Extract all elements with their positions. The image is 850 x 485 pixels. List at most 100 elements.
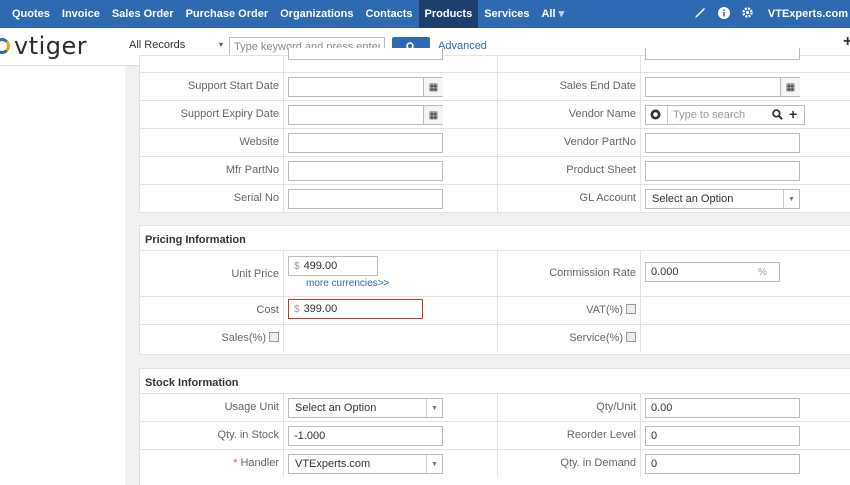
logo-icon xyxy=(0,38,10,54)
nav-quotes[interactable]: Quotes xyxy=(0,0,56,28)
support-start-date-field[interactable] xyxy=(288,77,443,97)
cost-field[interactable]: $399.00 xyxy=(288,299,423,319)
form-row: Unit Price $499.00 more currencies>> Com… xyxy=(140,250,850,296)
qty-in-demand-field[interactable]: 0 xyxy=(645,454,800,474)
handler-select[interactable]: VTExperts.com ▼ xyxy=(288,454,443,474)
nav-contacts[interactable]: Contacts xyxy=(359,0,418,28)
more-currencies-link[interactable]: more currencies>> xyxy=(306,278,389,289)
user-menu[interactable]: VTExperts.com xyxy=(768,8,850,20)
currency-symbol: $ xyxy=(294,304,300,315)
usage-unit-label: Usage Unit xyxy=(224,401,279,413)
handler-label: * Handler xyxy=(233,457,279,469)
unit-price-field[interactable]: $499.00 xyxy=(288,256,378,276)
cutoff-field[interactable] xyxy=(288,48,443,60)
qty-in-stock-label: Qty. in Stock xyxy=(217,429,279,441)
nav-sales-order[interactable]: Sales Order xyxy=(106,0,180,28)
sales-end-date-label: Sales End Date xyxy=(559,80,636,92)
qty-unit-field[interactable]: 0.00 xyxy=(645,398,800,418)
qty-unit-label: Qty/Unit xyxy=(596,401,636,413)
vendor-name-label: Vendor Name xyxy=(568,108,636,120)
chevron-down-icon[interactable]: ▾ xyxy=(219,40,223,49)
form-row: * Handler VTExperts.com ▼ Qty. in Demand… xyxy=(140,449,850,477)
advanced-search-link[interactable]: Advanced xyxy=(438,40,487,52)
clear-icon[interactable] xyxy=(650,109,661,123)
reorder-level-field[interactable]: 0 xyxy=(645,426,800,446)
form-row: Support Expiry Date ▦ Vendor Name Type t… xyxy=(140,100,850,128)
sales-tax-label: Sales(%) xyxy=(140,332,279,344)
info-icon[interactable] xyxy=(714,6,734,22)
unit-price-value: 499.00 xyxy=(303,260,338,272)
service-tax-label: Service(%) xyxy=(498,332,636,344)
mfr-partno-label: Mfr PartNo xyxy=(225,164,279,176)
unit-price-label: Unit Price xyxy=(231,268,279,280)
vat-label: VAT(%) xyxy=(498,304,636,316)
nav-organizations[interactable]: Organizations xyxy=(274,0,359,28)
gear-icon[interactable] xyxy=(738,6,758,22)
service-checkbox[interactable] xyxy=(626,332,636,342)
qty-in-stock-value: -1.000 xyxy=(294,430,326,442)
nav-services[interactable]: Services xyxy=(478,0,535,28)
calendar-icon[interactable]: ▦ xyxy=(423,106,443,124)
stock-information-panel: Stock Information Usage Unit Select an O… xyxy=(139,368,850,485)
support-expiry-date-label: Support Expiry Date xyxy=(180,108,279,120)
cost-value: 399.00 xyxy=(303,303,338,315)
nav-invoice[interactable]: Invoice xyxy=(56,0,106,28)
support-start-date-label: Support Start Date xyxy=(187,80,279,92)
logo-text: vtiger xyxy=(14,32,88,60)
chevron-down-icon: ▼ xyxy=(783,190,799,208)
vat-checkbox[interactable] xyxy=(626,304,636,314)
serial-no-field[interactable] xyxy=(288,189,443,209)
top-navigation-bar: Quotes Invoice Sales Order Purchase Orde… xyxy=(0,0,850,28)
nav-purchase-order[interactable]: Purchase Order xyxy=(180,0,275,28)
vtiger-logo[interactable]: vtiger xyxy=(0,32,88,60)
reorder-level-value: 0 xyxy=(651,430,658,442)
vendor-search-input[interactable]: Type to search xyxy=(667,106,767,124)
qty-unit-value: 0.00 xyxy=(651,402,673,414)
qty-in-demand-label: Qty. in Demand xyxy=(560,457,636,469)
vendor-partno-field[interactable] xyxy=(645,133,800,153)
form-row: Website Vendor PartNo xyxy=(140,128,850,156)
section-title: Pricing Information xyxy=(145,234,246,246)
nav-all[interactable]: All ▾ xyxy=(535,0,570,28)
vendor-partno-label: Vendor PartNo xyxy=(563,136,636,148)
section-title: Stock Information xyxy=(145,377,239,389)
pencil-icon[interactable] xyxy=(690,7,710,22)
sales-checkbox[interactable] xyxy=(269,332,279,342)
form-row: Usage Unit Select an Option ▼ Qty/Unit 0… xyxy=(140,393,850,421)
top-right-tools: VTExperts.com xyxy=(690,0,850,28)
website-field[interactable] xyxy=(288,133,443,153)
qty-in-stock-field[interactable]: -1.000 xyxy=(288,426,443,446)
website-label: Website xyxy=(239,136,279,148)
chevron-down-icon: ▼ xyxy=(426,399,442,417)
serial-no-label: Serial No xyxy=(233,192,279,204)
reorder-level-label: Reorder Level xyxy=(566,429,636,441)
nav-products[interactable]: Products xyxy=(418,0,479,28)
calendar-icon[interactable]: ▦ xyxy=(423,78,443,96)
gl-account-select[interactable]: Select an Option ▼ xyxy=(645,189,800,209)
records-filter[interactable]: All Records xyxy=(129,39,185,51)
form-row: Mfr PartNo Product Sheet xyxy=(140,156,850,184)
product-sheet-label: Product Sheet xyxy=(566,164,636,176)
quick-create-button[interactable]: + xyxy=(843,33,850,51)
vendor-name-field[interactable]: Type to search + xyxy=(645,105,805,125)
form-row: Sales(%) Service(%) xyxy=(140,324,850,352)
pricing-information-panel: Pricing Information Unit Price $499.00 m… xyxy=(139,225,850,355)
add-vendor-icon[interactable]: + xyxy=(789,106,797,122)
handler-value: VTExperts.com xyxy=(295,458,371,470)
commission-rate-value: 0.000 xyxy=(651,266,679,278)
gl-account-label: GL Account xyxy=(579,192,636,204)
support-expiry-date-field[interactable] xyxy=(288,105,443,125)
calendar-icon[interactable]: ▦ xyxy=(780,78,800,96)
cutoff-field-right[interactable] xyxy=(645,48,800,60)
sales-end-date-field[interactable] xyxy=(645,77,800,97)
gl-account-value: Select an Option xyxy=(652,193,734,205)
form-row: Cost $399.00 VAT(%) xyxy=(140,296,850,324)
mfr-partno-field[interactable] xyxy=(288,161,443,181)
form-row: Support Start Date ▦ Sales End Date ▦ xyxy=(140,72,850,100)
usage-unit-select[interactable]: Select an Option ▼ xyxy=(288,398,443,418)
usage-unit-value: Select an Option xyxy=(295,402,377,414)
commission-rate-label: Commission Rate xyxy=(549,267,636,279)
required-marker: * xyxy=(233,457,238,469)
search-icon[interactable] xyxy=(772,109,783,123)
product-sheet-field[interactable] xyxy=(645,161,800,181)
